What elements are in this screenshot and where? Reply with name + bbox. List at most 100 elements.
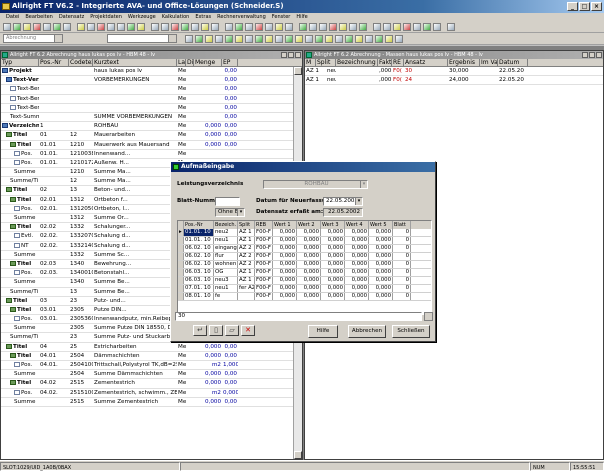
grid-cell-bez[interactable]: neu1 (214, 285, 238, 292)
grid-row[interactable]: 01.01. 10 neu1 AZ 1 F00-F 0,000 0,000 0,000 0,0… (178, 237, 431, 245)
grid-cell-bez[interactable]: OG (214, 269, 238, 276)
format-button-icon[interactable] (225, 34, 233, 43)
menu-item-8[interactable]: Fenster (269, 13, 294, 21)
menu-item-7[interactable]: Rechnerverwaltung (214, 13, 269, 21)
toolbar-button-icon[interactable] (359, 22, 367, 31)
grid-cell-blatt[interactable]: 0 (393, 253, 411, 260)
window-min-button[interactable] (281, 52, 287, 58)
grid-cell-blatt[interactable]: 0 (393, 293, 411, 300)
grid-cell-bez[interactable]: eingang (214, 245, 238, 252)
toolbar-button-icon[interactable] (245, 22, 253, 31)
grid-row[interactable]: 08.01. 10 fe F00-F 0,000 0,000 0,000 0,000 0,00… (178, 293, 431, 301)
toolbar-button-icon[interactable] (329, 22, 337, 31)
grid-cell-w2[interactable]: 0,000 (297, 245, 321, 252)
grid-cell-w3[interactable]: 0,000 (321, 285, 345, 292)
format-button-icon[interactable] (255, 34, 263, 43)
minimize-button[interactable]: _ (567, 2, 578, 11)
toolbar-button-icon[interactable] (275, 22, 283, 31)
grid-col-header[interactable]: REB (255, 221, 273, 229)
ohne-select[interactable]: Ohne Be ▾ (215, 208, 245, 217)
grid-cell-pos[interactable]: 01.01. 10 (184, 237, 214, 244)
table-row[interactable]: Text-Summ SUMME VORBEMERKUNGEN Me 0,00 (1, 113, 294, 123)
col-header[interactable]: M (305, 59, 316, 66)
grid-cell-w4[interactable]: 0,000 (345, 261, 369, 268)
grid-cell-w5[interactable]: 0,000 (369, 293, 393, 300)
grid-cell-pos[interactable]: 06.03. 10 (184, 269, 214, 276)
grid-cell-pos[interactable]: 06.02. 10 (184, 245, 214, 252)
grid-cell-blatt[interactable]: 0 (393, 277, 411, 284)
toolbar-button-icon[interactable] (33, 22, 41, 31)
table-row[interactable]: Titel 04.01 2504 Dämmschichten Me 0,000 0,00 (1, 352, 294, 361)
col-header[interactable]: Kurztext (93, 59, 177, 66)
paste-button[interactable]: ▱ (225, 325, 239, 336)
table-row[interactable]: AZ 1 neu2 ,000F0(30 30,000 22.05.20 (305, 67, 603, 77)
col-header[interactable]: Split (316, 59, 336, 66)
grid-cell-pos[interactable]: 08.01. 10 (184, 293, 214, 300)
col-header[interactable]: Ergebnis (448, 59, 480, 66)
toolbar-button-icon[interactable] (373, 22, 381, 31)
grid-cell-bez[interactable]: neu3 (214, 277, 238, 284)
format-button-icon[interactable] (185, 34, 193, 43)
grid-cell-w5[interactable]: 0,000 (369, 245, 393, 252)
col-header[interactable]: EP (222, 59, 238, 66)
toolbar-button-icon[interactable] (225, 22, 233, 31)
format-button-icon[interactable] (305, 34, 313, 43)
grid-col-header[interactable]: Split (238, 221, 255, 229)
grid-row[interactable]: 06.03. 10 neu3 AZ 1 F00-F 0,000 0,000 0,000 0,0… (178, 277, 431, 285)
grid-cell-pos[interactable]: 06.02. 10 (184, 253, 214, 260)
window-close-button[interactable] (295, 52, 301, 58)
grid-cell-reb[interactable]: F00-F (255, 269, 273, 276)
toolbar-button-icon[interactable] (447, 22, 455, 31)
format-button-icon[interactable] (315, 34, 323, 43)
format-button-icon[interactable] (395, 34, 403, 43)
menu-item-0[interactable]: Datei (3, 13, 22, 21)
formula-input[interactable]: 30 (175, 312, 422, 321)
grid-cell-bez[interactable]: fe (214, 293, 238, 300)
grid-col-header[interactable]: Wert 2 (297, 221, 321, 229)
datum-input[interactable]: 22.05.2002 ▾ (323, 197, 363, 206)
schliessen-button[interactable]: Schließen (392, 325, 430, 338)
grid-col-header[interactable]: Wert 4 (345, 221, 369, 229)
toolbar-button-icon[interactable] (117, 22, 125, 31)
table-row[interactable]: Text-Ber Me 0,00 (1, 85, 294, 95)
toolbar-button-icon[interactable] (171, 22, 179, 31)
window-max-button[interactable] (589, 52, 595, 58)
toolbar-button-icon[interactable] (23, 22, 31, 31)
grid-cell-reb[interactable]: F00-F (255, 245, 273, 252)
toolbar-button-icon[interactable] (285, 22, 293, 31)
grid-cell-w4[interactable]: 0,000 (345, 237, 369, 244)
col-header[interactable]: Codetext (69, 59, 93, 66)
grid-cell-w3[interactable]: 0,000 (321, 261, 345, 268)
format-button-icon[interactable] (335, 34, 343, 43)
menu-item-2[interactable]: Datensatz (56, 13, 87, 21)
grid-col-header[interactable]: Blatt (393, 221, 411, 229)
grid-cell-w2[interactable]: 0,000 (297, 285, 321, 292)
toolbar-button-icon[interactable] (53, 22, 61, 31)
toolbar-button-icon[interactable] (265, 22, 273, 31)
grid-cell-w2[interactable]: 0,000 (297, 277, 321, 284)
grid-cell-w5[interactable]: 0,000 (369, 261, 393, 268)
hilfe-button[interactable]: Hilfe (308, 325, 338, 338)
grid-col-header[interactable]: Wert 1 (273, 221, 297, 229)
grid-cell-w2[interactable]: 0,000 (297, 229, 321, 236)
format-button-icon[interactable] (345, 34, 353, 43)
grid-cell-reb[interactable]: F00-F (255, 277, 273, 284)
grid-cell-w4[interactable]: 0,000 (345, 229, 369, 236)
font-combo[interactable] (107, 34, 177, 43)
grid-cell-blatt[interactable]: 0 (393, 237, 411, 244)
toolbar-button-icon[interactable] (413, 22, 421, 31)
grid-cell-w1[interactable]: 0,000 (273, 269, 297, 276)
format-button-icon[interactable] (375, 34, 383, 43)
lv-select[interactable]: ROHBAU ▾ (263, 180, 368, 189)
menu-item-4[interactable]: Werkzeuge (125, 13, 159, 21)
grid-cell-w4[interactable]: 0,000 (345, 253, 369, 260)
grid-cell-w4[interactable]: 0,000 (345, 245, 369, 252)
grid-cell-reb[interactable]: F00-F (255, 293, 273, 300)
table-row[interactable]: AZ 1 neu1 ,000F0(24 24,000 22.05.20 (305, 76, 603, 86)
abbrechen-button[interactable]: Abbrechen (348, 325, 386, 338)
grid-cell-w4[interactable]: 0,000 (345, 293, 369, 300)
table-row[interactable]: Text-Ber Me 0,00 (1, 95, 294, 104)
grid-cell-w3[interactable]: 0,000 (321, 237, 345, 244)
format-button-icon[interactable] (325, 34, 333, 43)
toolbar-button-icon[interactable] (77, 22, 85, 31)
